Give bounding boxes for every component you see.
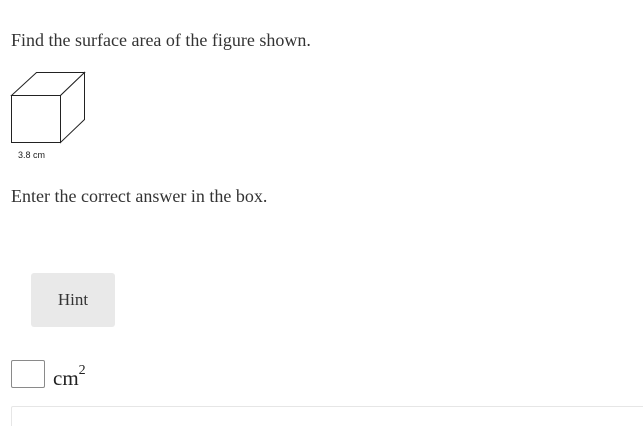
cube-diagram: 3.8 cm <box>10 71 86 160</box>
answer-input[interactable] <box>11 360 45 388</box>
unit-exponent: 2 <box>78 363 86 378</box>
unit-base: cm <box>53 366 79 390</box>
instruction-text: Enter the correct answer in the box. <box>11 186 268 206</box>
cube-front-face <box>11 95 61 143</box>
edge-length-label: 3.8 cm <box>18 150 45 160</box>
unit-label: cm2 <box>53 362 86 390</box>
bottom-panel <box>11 406 643 426</box>
hint-button[interactable]: Hint <box>31 273 115 327</box>
cube-figure: 3.8 cm <box>10 71 88 163</box>
answer-row: cm2 <box>11 360 86 390</box>
question-text: Find the surface area of the figure show… <box>11 30 311 50</box>
hint-button-label: Hint <box>57 290 89 309</box>
